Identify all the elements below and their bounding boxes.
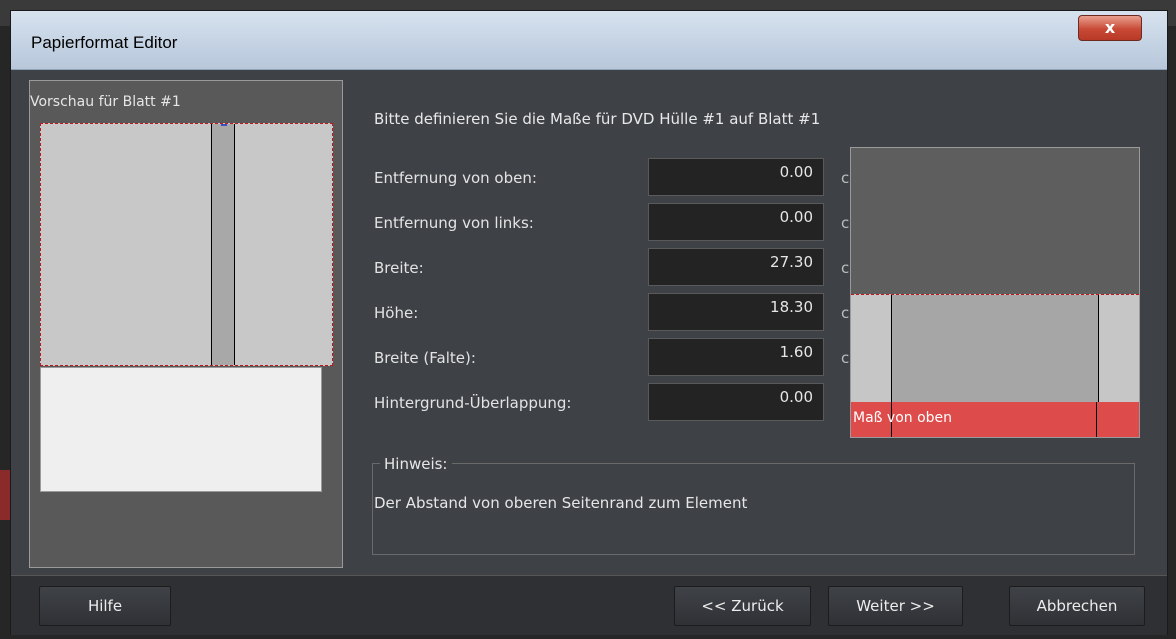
fold-width-input[interactable]: 1.60 — [648, 338, 824, 376]
width-input[interactable]: 27.30 — [648, 248, 824, 286]
back-button[interactable]: << Zurück — [674, 586, 811, 626]
label-distance-left: Entfernung von links: — [374, 214, 534, 232]
window-title: Papierformat Editor — [31, 33, 178, 52]
label-background-overlap: Hintergrund-Überlappung: — [374, 394, 572, 412]
close-icon: x — [1104, 18, 1116, 37]
background-overlap-input[interactable]: 0.00 — [648, 383, 824, 421]
unit-label: c — [841, 169, 849, 187]
next-button[interactable]: Weiter >> — [828, 586, 963, 626]
unit-label: c — [841, 214, 849, 232]
hint-text: Der Abstand von oberen Seitenrand zum El… — [374, 494, 748, 512]
label-fold-width: Breite (Falte): — [374, 349, 476, 367]
height-input[interactable]: 18.30 — [648, 293, 824, 331]
cancel-button[interactable]: Abbrechen — [1009, 586, 1145, 626]
fold-marker — [221, 124, 227, 126]
help-button[interactable]: Hilfe — [39, 586, 171, 626]
distance-left-input[interactable]: 0.00 — [648, 203, 824, 241]
close-button[interactable]: x — [1078, 15, 1142, 41]
fold-strip — [211, 124, 235, 365]
measurement-diagram: Maß von oben — [850, 147, 1140, 438]
button-bar: Hilfe << Zurück Weiter >> Abbrechen — [11, 575, 1167, 635]
sheet-preview-panel: Vorschau für Blatt #1 — [29, 80, 343, 568]
dvd-case-preview — [40, 123, 333, 366]
preview-label: Vorschau für Blatt #1 — [30, 94, 181, 110]
title-bar[interactable]: Papierformat Editor x — [11, 11, 1167, 70]
label-distance-top: Entfernung von oben: — [374, 169, 537, 187]
diagram-highlight-band: Maß von oben — [851, 402, 1139, 437]
unit-label: c — [841, 304, 849, 322]
hint-title: Hinweis: — [380, 455, 452, 473]
unit-label: c — [841, 349, 849, 367]
unit-label: c — [841, 259, 849, 277]
paper-format-editor-dialog: Papierformat Editor x Vorschau für Blatt… — [10, 10, 1168, 635]
diagram-label: Maß von oben — [853, 410, 953, 426]
label-width: Breite: — [374, 259, 424, 277]
dialog-body: Vorschau für Blatt #1 Bitte definieren S… — [11, 70, 1167, 635]
label-height: Höhe: — [374, 304, 419, 322]
sheet-remaining-area — [40, 367, 322, 492]
distance-top-input[interactable]: 0.00 — [648, 158, 824, 196]
instruction-text: Bitte definieren Sie die Maße für DVD Hü… — [374, 110, 821, 128]
